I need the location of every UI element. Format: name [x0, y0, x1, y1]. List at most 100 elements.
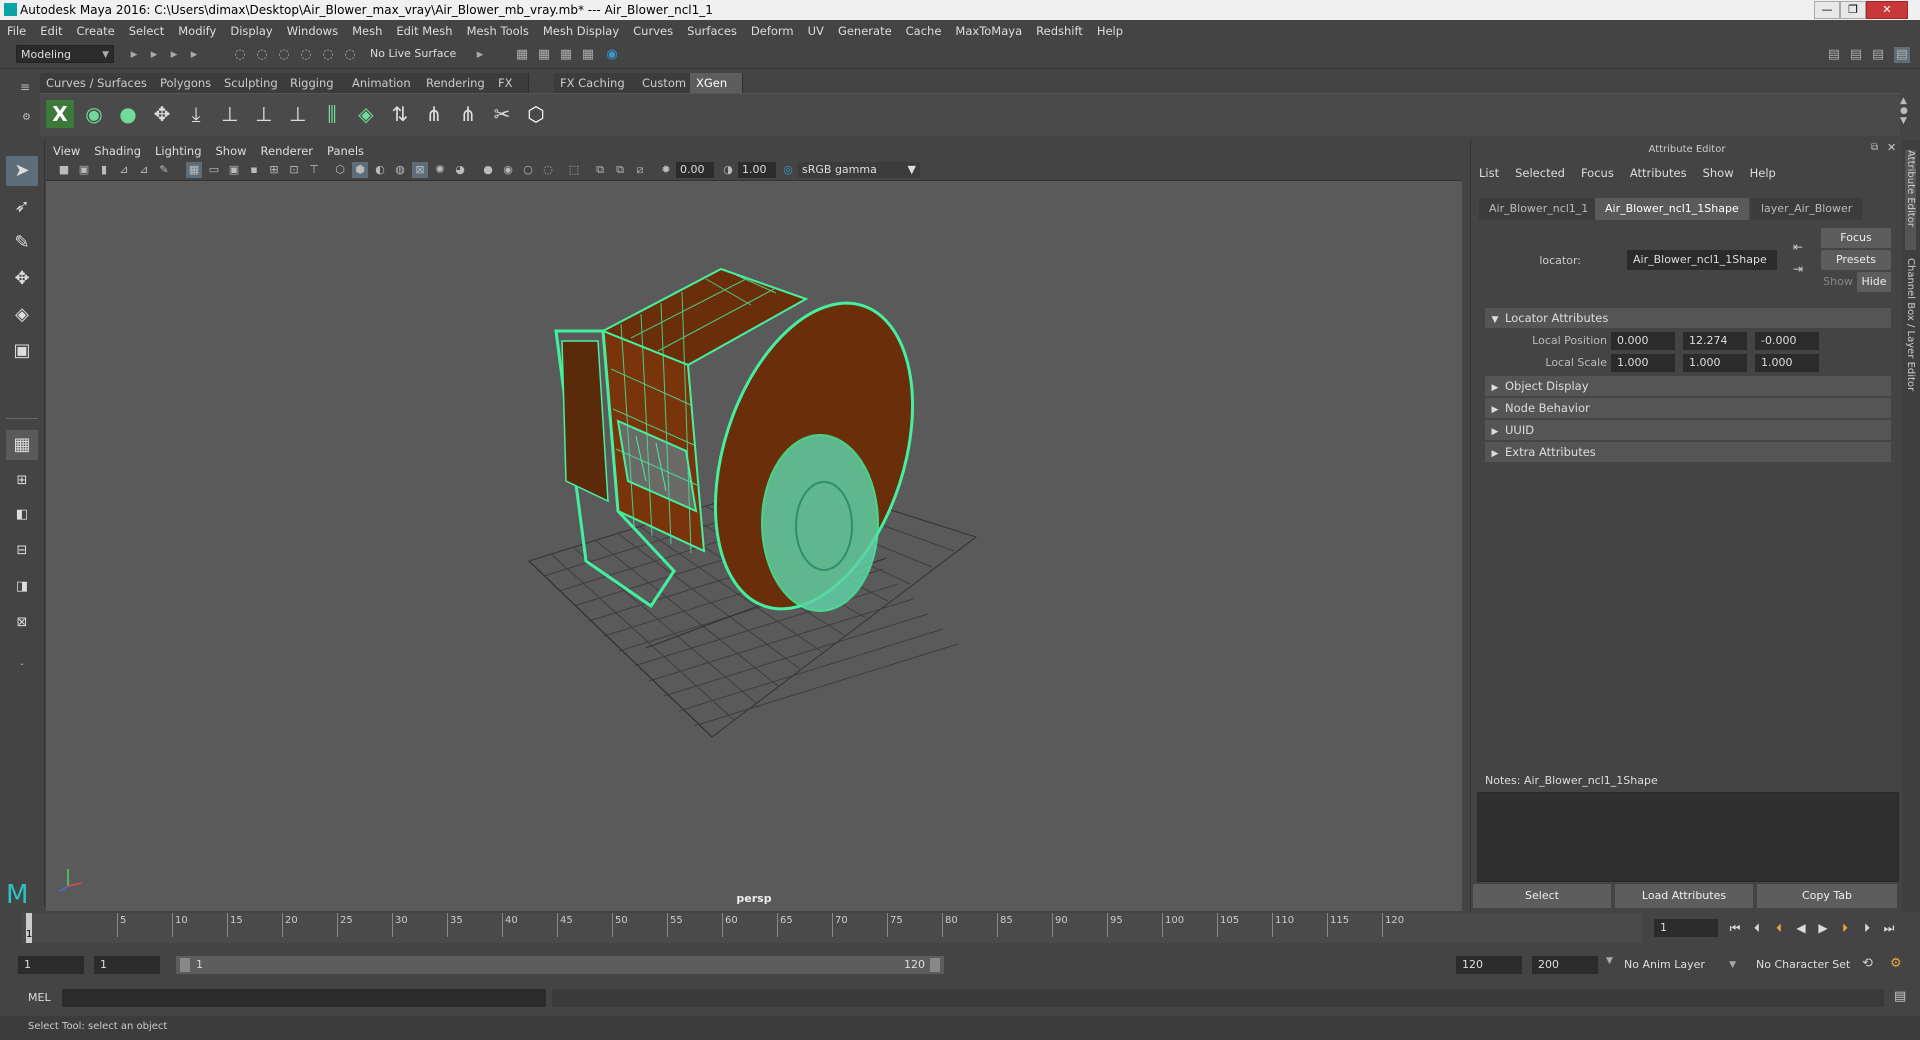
animation-preferences-icon[interactable]: ⚙	[1890, 956, 1902, 971]
rotate-tool-icon[interactable]: ◈	[6, 300, 38, 330]
shelf-tab-custom[interactable]: Custom	[636, 73, 697, 93]
resolution-gate-icon[interactable]: ▣	[226, 162, 242, 178]
menu-generate[interactable]: Generate	[831, 20, 899, 42]
wireframe-on-shaded-icon[interactable]: ◐	[372, 162, 388, 178]
local-scale-y[interactable]: 1.000	[1683, 354, 1747, 372]
vp-menu-panels[interactable]: Panels	[320, 142, 371, 160]
four-view-layout-icon[interactable]: ⊞	[6, 466, 38, 496]
depth-of-field-icon[interactable]: ◌	[540, 162, 556, 178]
hypershade-layout-icon[interactable]: ◨	[6, 572, 38, 602]
play-forwards-icon[interactable]: ▶	[1814, 920, 1832, 936]
menu-curves[interactable]: Curves	[626, 20, 680, 42]
shelf-scroll-icon[interactable]: ▲ ● ▼	[1900, 96, 1908, 126]
ae-tab-transform[interactable]: Air_Blower_ncl1_1	[1479, 198, 1599, 220]
node-name-field[interactable]: Air_Blower_ncl1_1Shape	[1627, 250, 1777, 270]
viewport-persp[interactable]: persp	[46, 181, 1462, 911]
ae-tab-layer[interactable]: layer_Air_Blower	[1751, 198, 1863, 220]
shelf-tab-curves-surfaces[interactable]: Curves / Surfaces	[40, 73, 161, 93]
smooth-shade-icon[interactable]: ⬢	[352, 162, 368, 178]
command-input[interactable]	[62, 989, 546, 1007]
new-scene-icon[interactable]: ▸	[126, 47, 142, 63]
save-scene-icon[interactable]: ▸	[166, 47, 182, 63]
ambient-occlusion-icon[interactable]: ●	[480, 162, 496, 178]
menu-edit-mesh[interactable]: Edit Mesh	[389, 20, 459, 42]
vp-menu-shading[interactable]: Shading	[87, 142, 148, 160]
notes-textarea[interactable]	[1477, 792, 1899, 882]
section-uuid[interactable]: ▶ UUID	[1485, 420, 1891, 440]
menu-create[interactable]: Create	[70, 20, 122, 42]
menu-redshift[interactable]: Redshift	[1029, 20, 1090, 42]
vp-menu-view[interactable]: View	[46, 142, 87, 160]
shelf-tab-rigging[interactable]: Rigging	[284, 73, 353, 93]
step-back-frame-icon[interactable]: ⏴	[1748, 920, 1766, 936]
script-editor-icon[interactable]: ▤	[1894, 989, 1906, 1004]
xgen-guide-length-icon[interactable]: ⊥	[250, 100, 278, 128]
playback-start-field[interactable]: 1	[94, 956, 160, 974]
xgen-preview-icon[interactable]: ◉	[80, 100, 108, 128]
ae-menu-selected[interactable]: Selected	[1507, 164, 1573, 182]
close-panel-icon[interactable]: ✕	[1887, 141, 1896, 154]
copy-tab-button[interactable]: Copy Tab	[1757, 884, 1897, 908]
menu-uv[interactable]: UV	[801, 20, 831, 42]
persp-graph-layout-icon[interactable]: ⊟	[6, 536, 38, 566]
mode-selector[interactable]: Modeling ▼	[16, 45, 114, 63]
vp-menu-show[interactable]: Show	[209, 142, 254, 160]
persp-outliner-layout-icon[interactable]: ◧	[6, 500, 38, 530]
undo-icon[interactable]: ▸	[186, 47, 202, 63]
menu-windows[interactable]: Windows	[280, 20, 345, 42]
snap-grid-icon[interactable]: ◌	[232, 47, 248, 63]
outliner-layout-icon[interactable]: ⊠	[6, 608, 38, 638]
color-space-dropdown[interactable]: sRGB gamma ▼	[798, 162, 920, 178]
grease-pencil-icon[interactable]: ✎	[156, 162, 172, 178]
select-tool-icon[interactable]: ➤	[6, 156, 38, 186]
menu-deform[interactable]: Deform	[744, 20, 801, 42]
tool-settings-icon[interactable]: ▤	[1870, 47, 1886, 63]
render-frame-icon[interactable]: ▦	[514, 47, 530, 63]
gate-mask-icon[interactable]: ▪	[246, 162, 262, 178]
mel-label[interactable]: MEL	[28, 991, 51, 1004]
side-tab-channel-box[interactable]: Channel Box / Layer Editor	[1905, 258, 1916, 408]
xgen-cut-icon[interactable]: ✂	[488, 100, 516, 128]
ae-menu-focus[interactable]: Focus	[1573, 164, 1622, 182]
menu-mesh-display[interactable]: Mesh Display	[536, 20, 626, 42]
menu-mesh-tools[interactable]: Mesh Tools	[460, 20, 536, 42]
lights-icon[interactable]: ✺	[432, 162, 448, 178]
live-surface-field[interactable]: No Live Surface	[366, 45, 462, 63]
gamma-field[interactable]: 1.00	[738, 162, 776, 178]
xgen-editor-icon[interactable]: X	[46, 100, 74, 128]
image-plane-icon[interactable]: ⊿	[116, 162, 132, 178]
menu-surfaces[interactable]: Surfaces	[680, 20, 744, 42]
attribute-editor-toggle-icon[interactable]: ▤	[1848, 47, 1864, 63]
menu-select[interactable]: Select	[122, 20, 171, 42]
shadows-icon[interactable]: ◕	[452, 162, 468, 178]
bookmark-icon[interactable]: ▮	[96, 162, 112, 178]
range-start-handle[interactable]	[180, 958, 190, 972]
shelf-tab-xgen[interactable]: XGen	[690, 73, 743, 93]
local-position-x[interactable]: 0.000	[1611, 332, 1675, 350]
camera-select-icon[interactable]: ■	[56, 162, 72, 178]
snap-curve-icon[interactable]: ◌	[254, 47, 270, 63]
side-tab-attribute-editor[interactable]: Attribute Editor	[1905, 150, 1916, 250]
range-end-handle[interactable]	[930, 958, 940, 972]
menu-mesh[interactable]: Mesh	[345, 20, 389, 42]
menu-file[interactable]: File	[0, 20, 33, 42]
move-tool-icon[interactable]: ✥	[6, 264, 38, 294]
textured-icon[interactable]: ◍	[392, 162, 408, 178]
select-node-icon[interactable]: ⇤	[1793, 240, 1803, 254]
toolbox-more-icon[interactable]: ·	[6, 650, 38, 680]
load-attributes-button[interactable]: Load Attributes	[1615, 884, 1753, 908]
shelf-tab-fx[interactable]: FX	[492, 73, 529, 93]
xgen-guides-icon[interactable]: ⫼	[318, 100, 346, 128]
safe-action-icon[interactable]: ⊡	[286, 162, 302, 178]
ae-menu-list[interactable]: List	[1471, 164, 1507, 182]
ae-menu-attributes[interactable]: Attributes	[1622, 164, 1695, 182]
scale-tool-icon[interactable]: ▣	[6, 336, 38, 366]
local-scale-x[interactable]: 1.000	[1611, 354, 1675, 372]
shelf-tab-rendering[interactable]: Rendering	[420, 73, 499, 93]
range-slider[interactable]: 1 120	[176, 956, 944, 974]
ae-menu-show[interactable]: Show	[1695, 164, 1742, 182]
xray-icon[interactable]: ⊠	[412, 162, 428, 178]
snap-view-icon[interactable]: ◌	[298, 47, 314, 63]
xgen-place-guides-icon[interactable]: ✥	[148, 100, 176, 128]
chevron-down-icon[interactable]: ▼	[1606, 956, 1616, 966]
